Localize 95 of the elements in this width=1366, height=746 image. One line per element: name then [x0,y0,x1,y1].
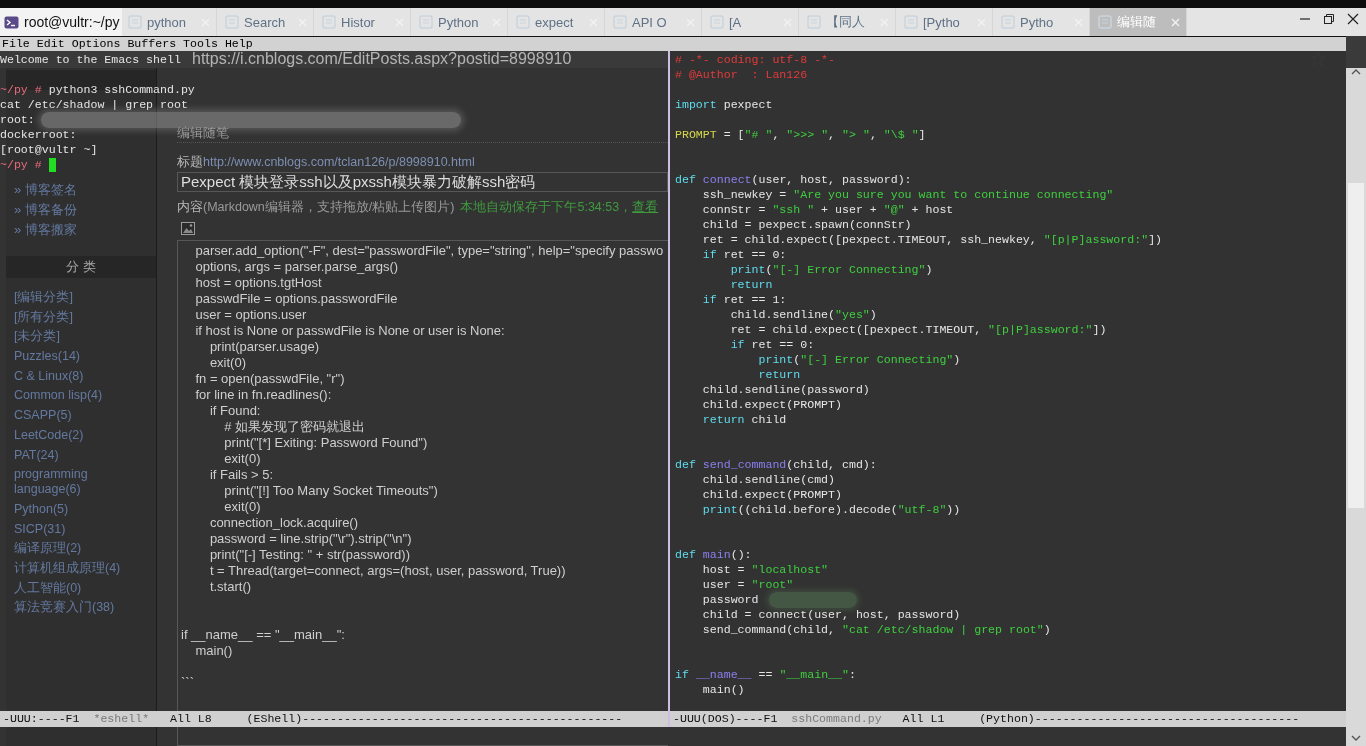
category-link[interactable]: [所有分类] [6,309,124,325]
chevron-up-icon[interactable] [1351,68,1361,76]
code-line: return child [701,412,787,427]
title-label: 标题 [177,153,203,171]
page-icon [1001,15,1015,29]
code-line: child.sendline(password) [701,382,870,397]
code-line: host = "localhost" [701,562,829,577]
page-icon [419,15,433,29]
code-line: password [701,592,759,607]
category-link[interactable]: SICP(31) [6,521,124,537]
autosave-note: 本地自动保存于下午5:34:53， [460,199,633,216]
shell-line: Welcome to the Emacs shell [0,52,181,67]
code-line: # -*- coding: utf-8 -*- [675,52,836,67]
code-line: return [729,277,773,292]
category-link[interactable]: programming language(6) [6,467,124,498]
page-icon [613,15,627,29]
view-link[interactable]: 查看 [632,198,659,216]
code-line: child.sendline(cmd) [701,472,836,487]
browser-tab[interactable]: 编辑随 [1090,8,1187,36]
code-line: child.expect(PROMPT) [701,487,842,502]
menu-item[interactable]: Help [224,37,253,51]
code-line: if ret == 0: [701,247,787,262]
category-link[interactable]: CSAPP(5) [6,408,124,424]
shell-line: [root@vultr ~] [0,142,98,157]
category-link[interactable]: Common lisp(4) [6,388,124,404]
code-line: child.sendline("yes") [729,307,877,322]
category-link[interactable]: [编辑分类] [6,290,124,305]
page-icon [710,15,724,29]
category-link[interactable]: C & Linux(8) [6,368,124,384]
shell-line: cat /etc/shadow | grep root [0,97,188,112]
sidebar-link[interactable]: » 博客签名 [6,180,77,200]
menu-item[interactable]: Buffers [127,37,177,51]
code-line: def connect(user, host, password): [675,172,912,187]
close-icon[interactable] [1171,17,1180,27]
menu-item[interactable]: Tools [183,37,218,51]
shell-line: ~/py # [0,157,42,172]
code-line: ret = child.expect([pexpect.TIMEOUT, ssh_newkey, "[p|P]assword:"]) [701,232,1163,247]
code-line: def main(): [675,547,752,562]
menu-item[interactable]: Edit [36,37,65,51]
code-line: if ret == 0: [729,337,815,352]
sidebar-link[interactable]: » 博客备份 [6,200,77,220]
page-icon [904,15,918,29]
post-link[interactable]: http://www.cnblogs.com/tclan126/p/8998910.html [203,153,475,171]
page-icon [128,15,142,29]
code-line: if ret == 1: [701,292,787,307]
code-line: child = connect(user, host, password) [701,607,961,622]
code-line: print((child.before).decode("utf-8")) [701,502,961,517]
category-link[interactable]: LeetCode(2) [6,427,124,443]
code-line: ssh_newkey = "Are you sure you want to continue connecting" [701,187,1114,202]
shell-line: ~/py # python3 sshCommand.py [0,82,195,97]
category-link[interactable]: Puzzles(14) [6,349,124,365]
page-icon [516,15,530,29]
page-icon [225,15,239,29]
category-link[interactable]: 人工智能(0) [6,580,124,596]
sidebar-link[interactable]: » 博客搬家 [6,220,77,240]
category-link[interactable]: PAT(24) [6,447,124,463]
code-line: def send_command(child, cmd): [675,457,877,472]
category-link[interactable]: [未分类] [6,329,124,345]
page-heading: 编辑随笔 [177,125,229,140]
code-line: print("[-] Error Connecting") [757,352,961,367]
scrollbar[interactable] [1346,68,1366,746]
menu-item[interactable]: Options [71,37,121,51]
content-label: 内容 [177,198,203,216]
menu-item[interactable]: File [2,37,30,51]
category-link[interactable]: 编译原理(2) [6,541,124,557]
code-line: print("[-] Error Connecting") [729,262,933,277]
code-line: main() [701,682,745,697]
category-link[interactable]: 计算机组成原理(4) [6,560,124,576]
code-line: user = "root" [701,577,794,592]
title-field[interactable]: Pexpect 模块登录ssh以及pxssh模块暴力破解ssh密码 [177,172,668,192]
page-icon [322,15,336,29]
code-line: return [757,367,801,382]
close-icon [1347,13,1359,25]
shell-line: dockerroot: [0,127,77,142]
page-icon [1098,15,1112,29]
code-line: if __name__ == "__main__": [675,667,856,682]
category-header: 分 类 [6,256,156,278]
code-line: child.expect(PROMPT) [701,397,842,412]
address-bar-url[interactable]: https://i.cnblogs.com/EditPosts.aspx?postid=8998910 [192,51,572,67]
code-line: ret = child.expect([pexpect.TIMEOUT, "[p|P]assword:"]) [729,322,1107,337]
shell-line: root: [0,112,35,127]
category-link[interactable]: Python(5) [6,501,124,517]
page-icon [807,15,821,29]
chevron-down-icon[interactable] [1351,734,1361,742]
restore-icon [1323,13,1335,25]
editor-hint: (Markdown编辑器，支持拖放/粘贴上传图片) [203,199,455,216]
code-line: send_command(child, "cat /etc/shadow | grep root") [701,622,1051,637]
window-title: root@vultr:~/py [24,14,120,30]
picture-icon[interactable] [181,222,195,235]
code-line: import pexpect [675,97,773,112]
code-line: PROMPT = ["# ", ">>> ", "> ", "\$ "] [675,127,926,142]
code-line: connStr = "ssh " + user + "@" + host [701,202,954,217]
category-link[interactable]: 算法竞赛入门(38) [6,600,124,616]
code-line: child = pexpect.spawn(connStr) [701,217,912,232]
code-line: # @Author : Lan126 [675,67,808,82]
